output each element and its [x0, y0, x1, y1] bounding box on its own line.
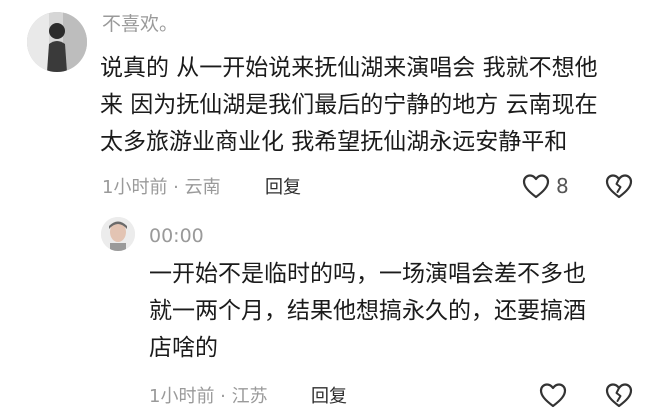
comment-username[interactable]: 不喜欢。: [102, 12, 178, 36]
comment-text: 说真的 从一开始说来抚仙湖来演唱会 我就不想他 来 因为抚仙湖是我们最后的宁静的…: [100, 50, 645, 161]
reply-button[interactable]: 回复: [311, 386, 347, 408]
comment-line: 店啥的: [149, 335, 218, 361]
like-button[interactable]: 8: [522, 173, 569, 199]
like-button[interactable]: [539, 382, 573, 408]
comment-meta: 1小时前 · 云南: [102, 177, 221, 198]
like-count: 8: [556, 174, 569, 198]
heart-outline-icon: [539, 382, 567, 408]
dislike-button[interactable]: [605, 173, 633, 199]
comment-meta: 1小时前 · 江苏: [149, 386, 268, 407]
broken-heart-icon: [605, 173, 633, 199]
comment-username[interactable]: 00:00: [149, 224, 204, 248]
comment-line: 说真的 从一开始说来抚仙湖来演唱会 我就不想他: [100, 55, 598, 81]
comment-line: 就一两个月，结果他想搞永久的，还要搞酒: [149, 298, 586, 324]
broken-heart-icon: [605, 382, 633, 408]
dislike-button[interactable]: [605, 382, 633, 408]
avatar[interactable]: [27, 12, 87, 72]
comment-line: 一开始不是临时的吗，一场演唱会差不多也: [149, 261, 586, 287]
reply-button[interactable]: 回复: [265, 177, 301, 199]
comment-text: 一开始不是临时的吗，一场演唱会差不多也 就一两个月，结果他想搞永久的，还要搞酒 …: [149, 256, 629, 367]
comment-line: 太多旅游业商业化 我希望抚仙湖永远安静平和: [100, 129, 568, 155]
avatar[interactable]: [101, 217, 135, 251]
heart-outline-icon: [522, 173, 550, 199]
comment-line: 来 因为抚仙湖是我们最后的宁静的地方 云南现在: [100, 92, 598, 118]
